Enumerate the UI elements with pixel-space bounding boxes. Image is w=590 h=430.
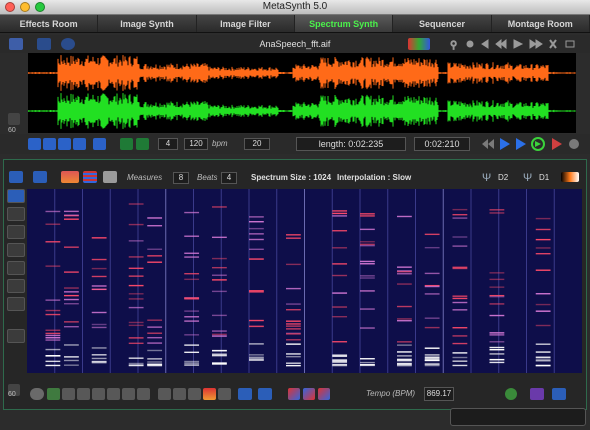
spectrum-grid[interactable] <box>27 189 582 373</box>
transport-bar: 4 120 bpm 20 length: 0:02:235 0:02:210 <box>0 134 590 154</box>
stripes-icon[interactable] <box>83 171 97 183</box>
compress-icon[interactable] <box>303 388 315 400</box>
playback-controls <box>482 137 579 151</box>
field-a[interactable]: 4 <box>158 138 178 150</box>
spectrum-size[interactable]: Spectrum Size : 1024 <box>251 173 331 182</box>
up-button[interactable] <box>120 138 133 150</box>
fork-icon-2[interactable]: Ψ <box>523 172 532 184</box>
options-button[interactable] <box>93 138 106 150</box>
meter-icon[interactable] <box>408 38 430 50</box>
window-icon <box>565 40 575 48</box>
shift-icon[interactable] <box>318 388 330 400</box>
hand-icon[interactable] <box>30 388 44 400</box>
fork-icon[interactable]: Ψ <box>482 172 491 184</box>
arrow-tool-button[interactable] <box>7 189 25 203</box>
tab-sequencer[interactable]: Sequencer <box>393 15 492 32</box>
beats-label: Beats <box>197 173 218 182</box>
rewind-icon <box>495 38 507 50</box>
record-play-icon <box>552 138 562 150</box>
interpolation[interactable]: Interpolation : Slow <box>337 173 411 182</box>
tool-8-button[interactable] <box>158 388 171 400</box>
measures-label: Measures <box>127 173 163 182</box>
tool-9-button[interactable] <box>173 388 186 400</box>
tool-11-button[interactable] <box>203 388 216 400</box>
box-icon[interactable] <box>103 171 117 183</box>
drop-icon <box>466 40 474 48</box>
tab-effects-room[interactable]: Effects Room <box>0 15 99 32</box>
d1-label[interactable]: D1 <box>539 173 549 182</box>
split-tool-button[interactable] <box>7 207 25 221</box>
measures-field[interactable]: 8 <box>173 172 189 184</box>
rewind-icon <box>482 139 494 149</box>
tool-palette <box>7 189 25 373</box>
record-icon <box>569 139 579 149</box>
tool-12-button[interactable] <box>218 388 231 400</box>
tab-image-synth[interactable]: Image Synth <box>98 15 197 32</box>
edit-tools: ⚲ <box>450 38 575 51</box>
select-tool-icon[interactable] <box>33 171 47 183</box>
tempo-field[interactable]: 869.17 <box>424 387 454 401</box>
chart-icon[interactable] <box>61 171 79 183</box>
mode-button[interactable] <box>73 138 86 150</box>
play-icon <box>500 138 510 150</box>
forward-icon <box>513 39 524 49</box>
color-ramp-icon[interactable] <box>561 172 579 182</box>
position-display: 0:02:210 <box>414 137 470 151</box>
arrow-tool-icon[interactable] <box>9 171 23 183</box>
play-selection-icon <box>516 138 526 150</box>
tool-5-button[interactable] <box>107 388 120 400</box>
move-tool-button[interactable] <box>7 225 25 239</box>
field-b[interactable]: 20 <box>244 138 270 150</box>
bpm-label: bpm <box>212 139 228 148</box>
close-icon <box>549 39 557 49</box>
metasynth-window: MetaSynth 5.0 Effects Room Image Synth I… <box>0 0 590 430</box>
waveform-svg <box>27 55 576 129</box>
tab-spectrum-synth[interactable]: Spectrum Synth <box>294 15 394 32</box>
tab-image-filter[interactable]: Image Filter <box>197 15 295 32</box>
eraser-tool-button[interactable] <box>7 279 25 293</box>
tab-montage-room[interactable]: Montage Room <box>492 15 590 32</box>
render-icon[interactable] <box>530 388 544 400</box>
info-button[interactable] <box>43 138 56 150</box>
file-toolbar: AnaSpeech_fft.aif ⚲ <box>0 35 590 53</box>
tool-6-button[interactable] <box>122 388 135 400</box>
fast-forward-icon <box>529 39 543 49</box>
zoom-readout-top: 60 <box>8 127 16 134</box>
waveform-display[interactable] <box>27 53 576 133</box>
grid-icon[interactable] <box>8 113 20 125</box>
stretch-icon[interactable] <box>288 388 300 400</box>
marquee-tool-button[interactable] <box>7 297 25 311</box>
tool-10-button[interactable] <box>188 388 201 400</box>
d2-label[interactable]: D2 <box>498 173 508 182</box>
vertical-arrows-icon[interactable] <box>238 388 252 400</box>
zoom-readout-bottom: 60 <box>8 391 16 398</box>
bottom-toolbar: 60 Tempo (BPM) 869.17 <box>0 384 590 404</box>
tool-1-button[interactable] <box>47 388 60 400</box>
back-icon <box>481 39 489 49</box>
horizontal-arrows-icon[interactable] <box>258 388 272 400</box>
brush-tool-button[interactable] <box>7 243 25 257</box>
spectrum-svg <box>45 189 555 373</box>
help-button[interactable] <box>28 138 41 150</box>
room-tabs: Effects Room Image Synth Image Filter Sp… <box>0 15 590 33</box>
title-bar: MetaSynth 5.0 <box>0 0 590 15</box>
loop-button[interactable] <box>58 138 71 150</box>
window-title: MetaSynth 5.0 <box>262 1 328 12</box>
bpm-field[interactable]: 120 <box>184 138 208 150</box>
tool-7-button[interactable] <box>137 388 150 400</box>
speaker-icon[interactable] <box>552 388 566 400</box>
tool-2-button[interactable] <box>62 388 75 400</box>
tool-3-button[interactable] <box>77 388 90 400</box>
length-display: length: 0:02:235 <box>296 137 406 151</box>
options-tool-button[interactable] <box>7 329 25 343</box>
fork-icon: ⚲ <box>450 40 457 51</box>
play-mode-icon[interactable] <box>505 388 517 400</box>
spectrum-toolbar: Measures 8 Beats 4 Spectrum Size : 1024 … <box>5 168 585 186</box>
status-field <box>450 408 586 426</box>
tempo-label: Tempo (BPM) <box>366 389 416 398</box>
pencil-tool-button[interactable] <box>7 261 25 275</box>
tool-4-button[interactable] <box>92 388 105 400</box>
beats-field[interactable]: 4 <box>221 172 237 184</box>
down-button[interactable] <box>136 138 149 150</box>
